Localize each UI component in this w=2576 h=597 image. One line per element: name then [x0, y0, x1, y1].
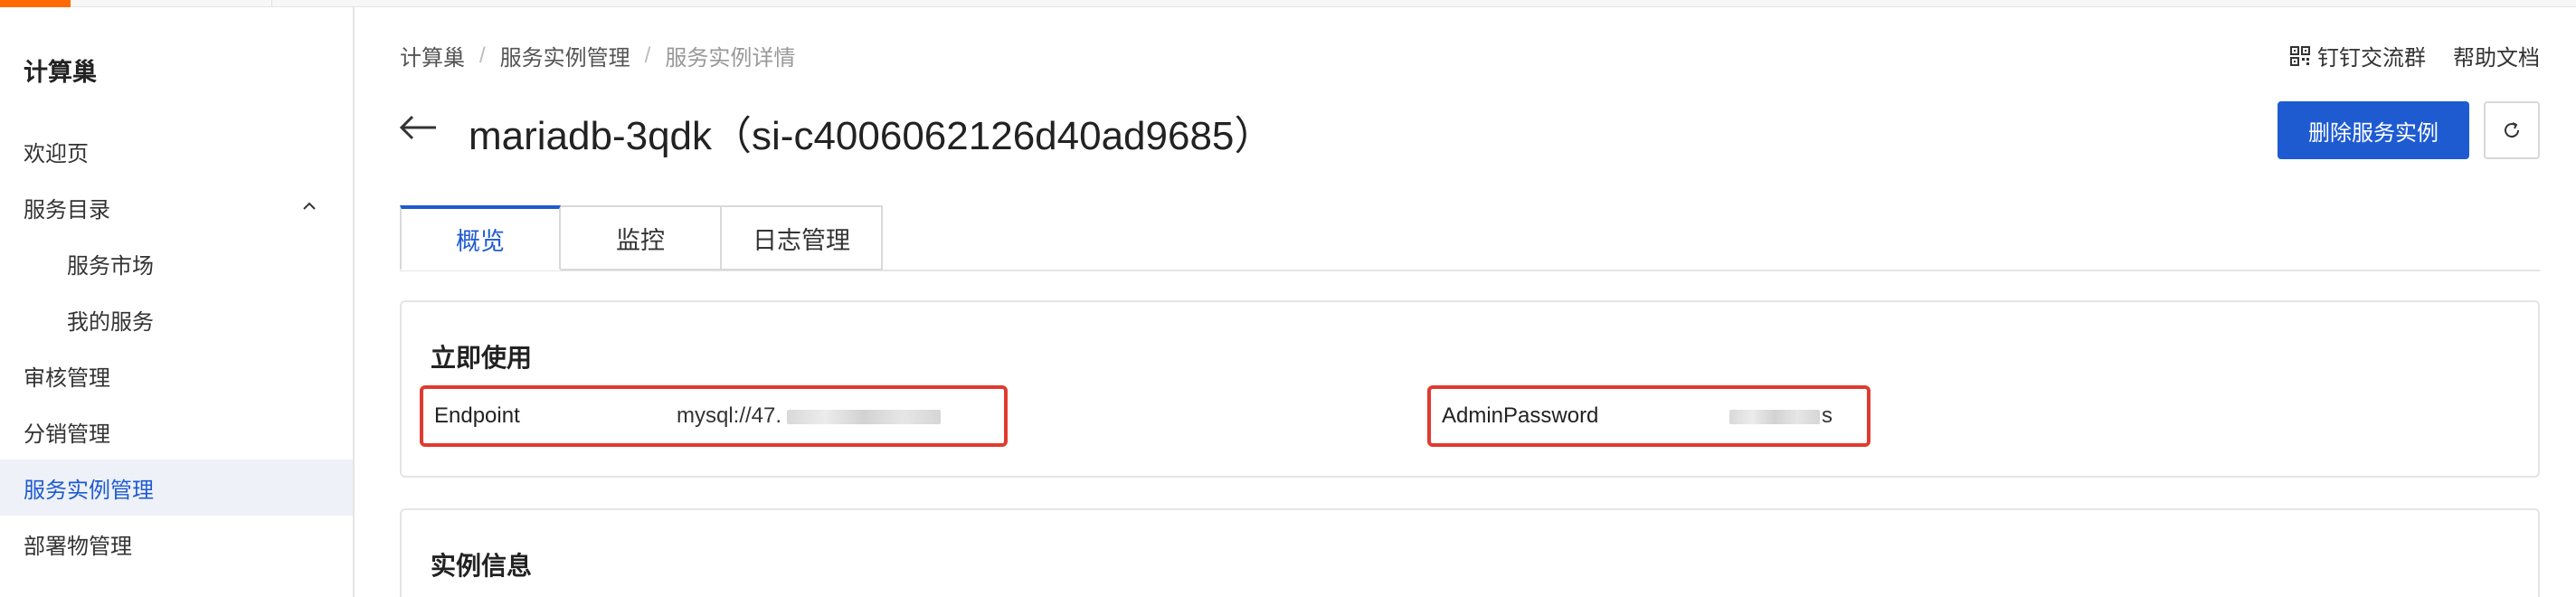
- breadcrumb: 计算巢 / 服务实例管理 / 服务实例详情: [400, 40, 795, 71]
- dingtalk-group-link[interactable]: 钉钉交流群: [2317, 40, 2426, 71]
- endpoint-label: Endpoint: [434, 403, 520, 428]
- tab-bar: 概览 监控 日志管理: [400, 205, 883, 278]
- instance-info-title: 实例信息: [431, 552, 533, 580]
- breadcrumb-link-home[interactable]: 计算巢: [400, 40, 465, 71]
- sidebar-item-label: 欢迎页: [24, 141, 89, 166]
- admin-password-value-text: s: [1822, 403, 1833, 428]
- qr-code-icon: [2290, 45, 2310, 66]
- sidebar-item-label: 部署物管理: [24, 534, 132, 559]
- tab-monitoring[interactable]: 监控: [561, 205, 722, 270]
- sidebar-item-distribution-management[interactable]: 分销管理: [0, 403, 353, 460]
- sidebar-item-label: 审核管理: [24, 365, 110, 391]
- admin-password-value[interactable]: s: [1729, 403, 1833, 429]
- quick-use-title: 立即使用: [431, 344, 533, 372]
- quick-use-panel: 立即使用 Endpoint mysql://47. AdminPassword …: [400, 300, 2540, 478]
- console-top-bar: [0, 0, 2576, 7]
- sidebar-item-service-market[interactable]: 服务市场: [0, 235, 353, 291]
- app-title: 计算巢: [24, 59, 97, 86]
- sidebar-item-label: 服务实例管理: [24, 478, 154, 503]
- breadcrumb-separator: /: [479, 43, 486, 68]
- endpoint-value-text: mysql://47.: [677, 403, 782, 428]
- sidebar-item-review-management[interactable]: 审核管理: [0, 347, 353, 403]
- sidebar-item-service-instance-management[interactable]: 服务实例管理: [0, 460, 353, 516]
- sidebar: 计算巢 欢迎页 服务目录 服务市场 我的服务 审核管理 分销管理 服务实例管理 …: [0, 7, 355, 597]
- sidebar-item-welcome[interactable]: 欢迎页: [0, 123, 353, 179]
- admin-password-label: AdminPassword: [1442, 403, 1599, 428]
- admin-password-field-highlight: AdminPassword s: [1427, 385, 1870, 447]
- redacted-blur: [787, 409, 942, 424]
- header-links: 钉钉交流群 帮助文档: [2290, 40, 2540, 71]
- instance-info-panel: 实例信息: [400, 508, 2540, 597]
- sidebar-item-label: 服务市场: [67, 253, 154, 279]
- main-content: 计算巢 / 服务实例管理 / 服务实例详情 钉钉交流群 帮助文档 mariadb…: [356, 7, 2576, 597]
- sidebar-item-label: 分销管理: [24, 422, 110, 447]
- breadcrumb-current: 服务实例详情: [665, 46, 796, 71]
- tab-log-management[interactable]: 日志管理: [722, 205, 883, 270]
- redacted-blur: [1729, 409, 1820, 424]
- breadcrumb-separator: /: [644, 43, 651, 68]
- sidebar-item-label: 我的服务: [67, 309, 154, 335]
- top-bar-divider: [271, 0, 272, 7]
- sidebar-item-service-catalog[interactable]: 服务目录: [0, 179, 353, 235]
- refresh-button[interactable]: [2484, 101, 2540, 159]
- sidebar-item-my-services[interactable]: 我的服务: [0, 291, 353, 347]
- sidebar-item-label: 服务目录: [24, 197, 110, 223]
- chevron-up-icon: [303, 202, 316, 210]
- refresh-icon: [2505, 122, 2520, 138]
- page-title: mariadb-3qdk（si-c4006062126d40ad9685）: [469, 114, 1274, 158]
- back-arrow-icon[interactable]: [398, 114, 438, 141]
- tab-overview[interactable]: 概览: [400, 205, 561, 270]
- sidebar-item-artifact-management[interactable]: 部署物管理: [0, 516, 353, 572]
- endpoint-value[interactable]: mysql://47.: [677, 403, 942, 429]
- help-docs-link[interactable]: 帮助文档: [2453, 40, 2540, 71]
- endpoint-field-highlight: Endpoint mysql://47.: [420, 385, 1008, 447]
- breadcrumb-link-instances[interactable]: 服务实例管理: [500, 40, 630, 71]
- delete-instance-button[interactable]: 删除服务实例: [2278, 101, 2469, 159]
- brand-accent: [0, 0, 71, 7]
